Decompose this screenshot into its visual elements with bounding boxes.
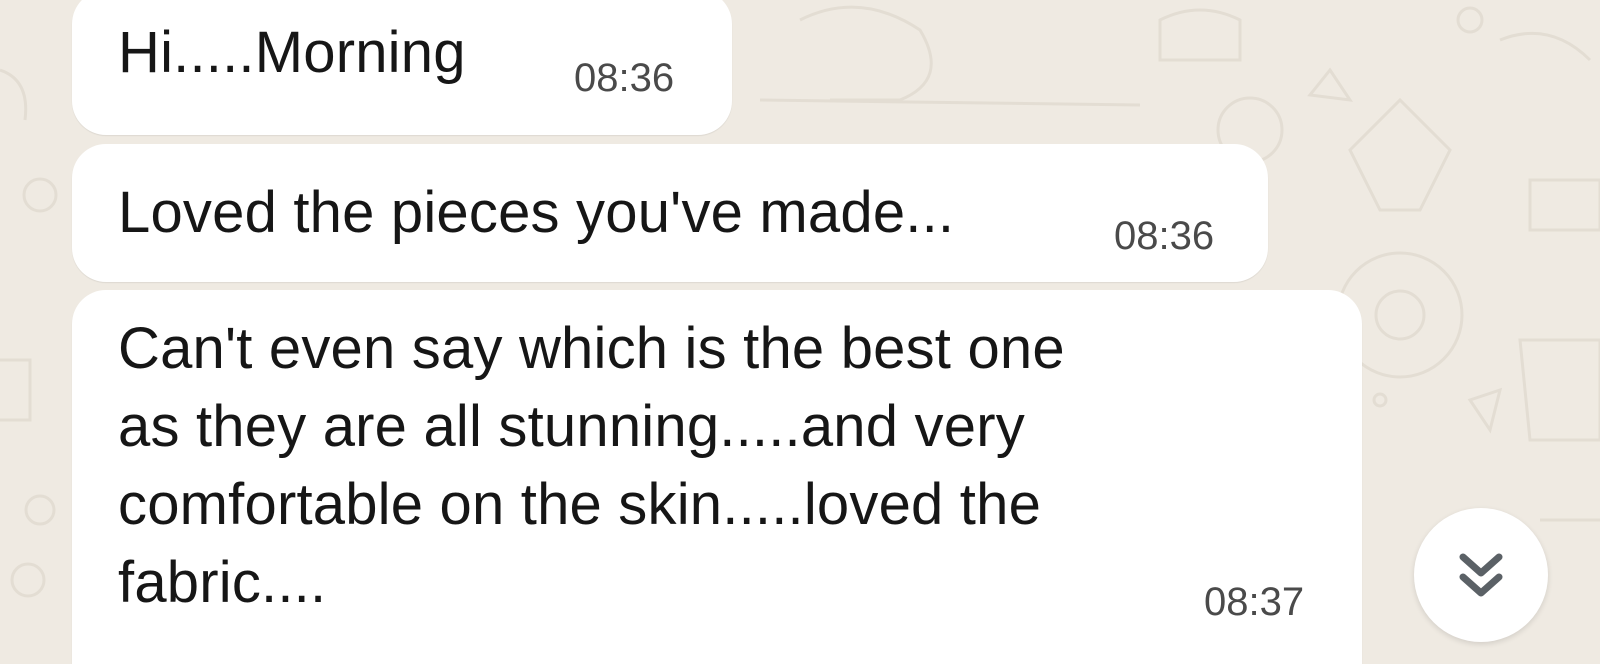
message-time: 08:36 xyxy=(1114,214,1215,258)
message-time: 08:36 xyxy=(574,56,675,100)
scroll-to-bottom-button[interactable] xyxy=(1414,508,1548,642)
double-chevron-down-icon xyxy=(1459,553,1503,597)
message-text: Loved the pieces you've made... xyxy=(118,180,955,245)
message-bubble[interactable]: Can't even say which is the best one as … xyxy=(72,290,1362,664)
message-time: 08:37 xyxy=(1204,580,1305,624)
message-bubble[interactable]: Hi.....Morning 08:36 xyxy=(72,0,732,135)
message-text: Can't even say which is the best one as … xyxy=(118,316,1065,615)
message-bubble[interactable]: Loved the pieces you've made... 08:36 xyxy=(72,144,1268,282)
message-text: Hi.....Morning xyxy=(118,20,466,85)
message-list: Hi.....Morning 08:36 Loved the pieces yo… xyxy=(0,0,1600,664)
